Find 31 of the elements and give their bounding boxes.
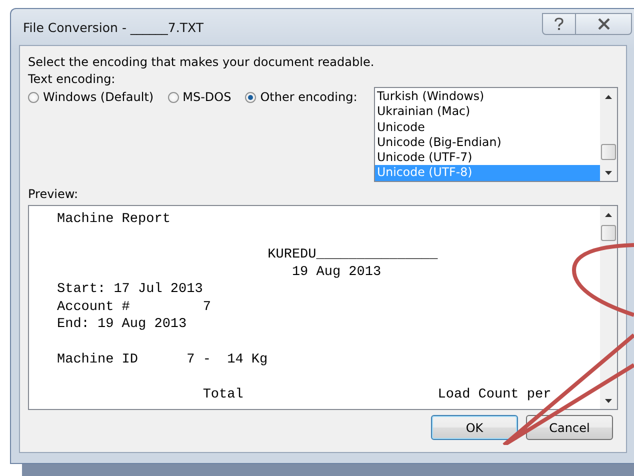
preview-line: Account # 7 — [57, 298, 212, 316]
encoding-list-item[interactable]: Unicode (Big-Endian) — [375, 134, 600, 150]
preview-line: KUREDU_______________ — [266, 246, 439, 264]
scroll-thumb[interactable] — [601, 144, 616, 160]
preview-line: End: 19 Aug 2013 — [57, 316, 188, 334]
encoding-list[interactable]: Turkish (Windows) Ukrainian (Mac) Unicode Unicode (Big-Endian) Unicode (UTF-7) Unicode (UTF-8) — [374, 87, 618, 182]
preview-line: Machine Report — [57, 211, 172, 228]
encoding-list-item[interactable]: Unicode — [375, 120, 600, 135]
dialog-button[interactable]: Cancel — [526, 415, 613, 440]
scrollbar[interactable] — [600, 206, 617, 409]
close-button[interactable] — [576, 13, 632, 35]
preview-line: Start: 17 Jul 2013 — [57, 281, 204, 298]
instruction-text: Select the encoding that makes your document readable. — [28, 54, 376, 71]
window-title: File Conversion - ______7.TXT — [22, 20, 204, 34]
close-icon — [596, 18, 612, 30]
preview-line: Machine ID 7 - 14 Kg — [57, 352, 269, 369]
encoding-radio[interactable]: Windows (Default) — [28, 90, 154, 104]
encoding-radio[interactable]: Other encoding: — [245, 90, 358, 104]
encoding-list-item[interactable]: Unicode (UTF-7) — [375, 150, 600, 166]
help-button[interactable] — [542, 13, 576, 35]
preview-label: Preview: — [28, 186, 80, 203]
encoding-list-item[interactable]: Ukrainian (Mac) — [375, 104, 600, 120]
help-icon — [553, 17, 565, 31]
dialog-button[interactable]: OK — [431, 415, 518, 440]
encoding-list-item[interactable]: Turkish (Windows) — [375, 89, 600, 104]
scrollbar[interactable] — [600, 88, 617, 181]
preview-line: 19 Aug 2013 — [290, 264, 382, 281]
scroll-thumb[interactable] — [601, 225, 616, 241]
encoding-radio[interactable]: MS-DOS — [168, 90, 232, 104]
preview-line: Total Load Count per — [202, 386, 552, 404]
encoding-label: Text encoding: — [28, 71, 116, 88]
